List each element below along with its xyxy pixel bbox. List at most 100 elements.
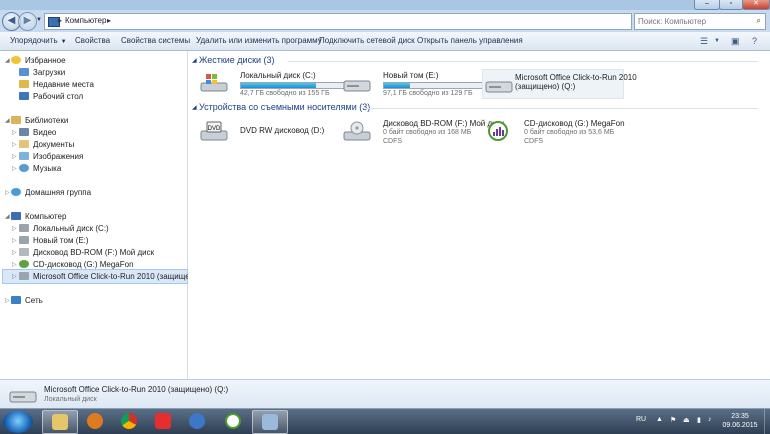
expand-video-icon[interactable]: ▷ <box>12 129 17 136</box>
nav-desktop[interactable]: Рабочий стол <box>19 92 83 101</box>
search-icon[interactable]: ⌕ <box>757 16 761 26</box>
taskbar: RU ▲ ⚑ ⏏ ▮ ♪ 23:35 09.06.2015 <box>0 408 770 434</box>
taskbar-explorer[interactable] <box>42 410 78 434</box>
organize-button[interactable]: Упорядочить ▼ <box>10 36 67 45</box>
taskbar-media-player[interactable] <box>78 410 112 432</box>
clock-date: 09.06.2015 <box>722 422 758 429</box>
nav-documents[interactable]: Документы <box>19 140 74 149</box>
preview-pane-icon[interactable]: ▣ <box>731 36 740 47</box>
homegroup-icon <box>11 188 21 196</box>
change-view-icon[interactable]: ☰ <box>700 36 708 47</box>
breadcrumb-separator-icon[interactable]: ▸ <box>58 16 62 25</box>
navigation-pane: ◢ Избранное Загрузки Недавние места Рабо… <box>0 51 217 379</box>
open-control-panel-button[interactable]: Открыть панель управления <box>417 36 523 45</box>
nav-music-label: Музыка <box>33 164 62 173</box>
taskbar-megafon[interactable] <box>216 410 250 432</box>
taskbar-yandex[interactable] <box>146 410 180 432</box>
expand-network-icon[interactable]: ▷ <box>5 297 10 304</box>
group-hard-drives[interactable]: Жесткие диски (3) <box>199 55 275 65</box>
properties-button[interactable]: Свойства <box>75 36 110 45</box>
nav-computer[interactable]: Компьютер <box>11 212 66 221</box>
clock[interactable]: 23:35 09.06.2015 <box>716 412 764 430</box>
expand-drive-c-icon[interactable]: ▷ <box>12 225 17 232</box>
expand-documents-icon[interactable]: ▷ <box>12 141 17 148</box>
drive-e-usage-bar <box>383 82 489 89</box>
drive-c[interactable]: Локальный диск (C:) 42,7 ГБ свободно из … <box>198 69 346 97</box>
address-bar[interactable]: ▸ Компьютер ▸ ▼ ⟳ <box>44 13 671 30</box>
search-box[interactable]: ⌕ <box>634 13 766 30</box>
content-pane: ◢ Жесткие диски (3) Локальный диск (C:) … <box>188 51 770 379</box>
nav-recent-places[interactable]: Недавние места <box>19 80 94 89</box>
group-divider <box>288 61 758 62</box>
nav-video[interactable]: Видео <box>19 128 56 137</box>
details-item-type: Локальный диск <box>44 396 97 403</box>
expand-drive-f-icon[interactable]: ▷ <box>12 249 17 256</box>
network-icon[interactable]: ▮ <box>697 416 701 424</box>
expand-libraries-icon[interactable]: ◢ <box>5 117 10 124</box>
collapse-hdd-group-icon[interactable]: ◢ <box>192 57 197 64</box>
drive-q-name-line2: (защищено) (Q:) <box>515 82 576 91</box>
recent-pages-dropdown-icon[interactable]: ▼ <box>36 17 42 23</box>
drive-g[interactable]: CD-дисковод (G:) MegaFon 0 байт свободно… <box>482 117 625 145</box>
forward-button[interactable]: ▶ <box>18 12 37 31</box>
explorer-window: – ▫ ✕ ◀ ▶ ▼ ▸ Компьютер ▸ ▼ ⟳ ⌕ Упорядоч… <box>0 0 770 408</box>
dvd-drive-icon: DVD <box>200 121 228 141</box>
nav-network[interactable]: Сеть <box>11 296 43 305</box>
collapse-removable-group-icon[interactable]: ◢ <box>192 104 197 111</box>
taskbar-app[interactable] <box>180 410 214 432</box>
taskbar-chrome[interactable] <box>112 410 146 432</box>
breadcrumb-computer[interactable]: Компьютер <box>65 16 106 25</box>
expand-pictures-icon[interactable]: ▷ <box>12 153 17 160</box>
expand-homegroup-icon[interactable]: ▷ <box>5 189 10 196</box>
nav-libraries[interactable]: Библиотеки <box>11 116 68 125</box>
nav-pictures[interactable]: Изображения <box>19 152 83 161</box>
minimize-button[interactable]: – <box>694 0 720 10</box>
drive-f[interactable]: Дисковод BD-ROM (F:) Мой диск 0 байт сво… <box>341 117 504 145</box>
flag-icon[interactable]: ⚑ <box>670 416 676 424</box>
volume-icon[interactable]: ♪ <box>708 416 712 423</box>
nav-music[interactable]: Музыка <box>19 164 61 173</box>
breadcrumb-chevron-icon[interactable]: ▸ <box>107 16 111 25</box>
drive-e-free-space: 97,1 ГБ свободно из 129 ГБ <box>383 90 473 97</box>
uninstall-program-button[interactable]: Удалить или изменить программу <box>196 36 322 45</box>
windows-drive-icon <box>200 74 228 92</box>
drive-q[interactable]: Microsoft Office Click-to-Run 2010 (защи… <box>482 69 637 99</box>
libraries-icon <box>11 116 21 124</box>
computer-icon <box>262 414 278 430</box>
nav-drive-c[interactable]: Локальный диск (C:) <box>19 224 109 233</box>
taskbar-computer[interactable] <box>252 410 288 434</box>
start-button[interactable] <box>3 411 33 433</box>
drive-g-filesystem: CDFS <box>524 138 544 145</box>
nav-drive-f[interactable]: Дисковод BD-ROM (F:) Мой диск <box>19 248 154 257</box>
group-removable[interactable]: Устройства со съемными носителями (3) <box>199 102 370 112</box>
nav-homegroup[interactable]: Домашняя группа <box>11 188 91 197</box>
close-button[interactable]: ✕ <box>742 0 770 10</box>
yandex-icon <box>155 413 171 429</box>
nav-drive-e[interactable]: Новый том (E:) <box>19 236 89 245</box>
details-item-name: Microsoft Office Click-to-Run 2010 (защи… <box>44 385 229 394</box>
language-indicator[interactable]: RU <box>636 416 646 423</box>
safely-remove-icon[interactable]: ⏏ <box>683 416 690 424</box>
expand-drive-e-icon[interactable]: ▷ <box>12 237 17 244</box>
nav-favorites[interactable]: Избранное <box>11 56 66 65</box>
expand-drive-q-icon[interactable]: ▷ <box>12 273 17 280</box>
expand-music-icon[interactable]: ▷ <box>12 165 17 172</box>
drive-e[interactable]: Новый том (E:) 97,1 ГБ свободно из 129 Г… <box>341 69 489 97</box>
nav-downloads[interactable]: Загрузки <box>19 68 65 77</box>
maximize-button[interactable]: ▫ <box>719 0 743 10</box>
system-properties-button[interactable]: Свойства системы <box>121 36 190 45</box>
show-desktop-button[interactable] <box>764 409 770 434</box>
map-network-drive-button[interactable]: Подключить сетевой диск <box>319 36 415 45</box>
nav-drive-g[interactable]: CD-дисковод (G:) MegaFon <box>19 260 134 269</box>
expand-favorites-icon[interactable]: ◢ <box>5 57 10 64</box>
drive-d[interactable]: DVD DVD RW дисковод (D:) <box>198 117 338 145</box>
expand-computer-icon[interactable]: ◢ <box>5 213 10 220</box>
search-input[interactable] <box>638 15 743 27</box>
expand-drive-g-icon[interactable]: ▷ <box>12 261 17 268</box>
hard-drive-icon <box>19 224 29 232</box>
drive-c-name: Локальный диск (C:) <box>240 71 316 80</box>
tray-expand-icon[interactable]: ▲ <box>656 416 663 423</box>
help-icon[interactable]: ? <box>752 36 757 46</box>
star-icon <box>11 56 21 64</box>
view-dropdown-icon[interactable]: ▼ <box>714 38 720 44</box>
